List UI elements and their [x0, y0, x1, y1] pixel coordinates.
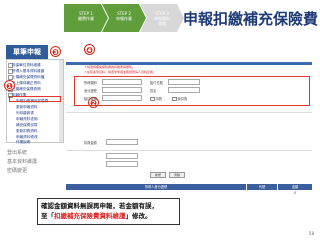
callout-line-2: 至「扣繳補充保險費資料維護」修改。: [41, 212, 152, 220]
step-2-line2: 申報作業: [116, 16, 132, 21]
step-marker-1: ❶: [4, 80, 15, 91]
clear-button[interactable]: 清除: [169, 172, 185, 178]
name-label: 姓名: [150, 89, 157, 93]
table-cell: [66, 190, 246, 196]
sidebar-item[interactable]: 已繳補充保費查詢: [12, 87, 41, 91]
sidebar-subitem[interactable]: 更新申報資料: [16, 105, 38, 109]
sidebar-subitem[interactable]: 列印繳款書: [16, 111, 34, 115]
sidebar-subitem[interactable]: 補充保費試算: [16, 123, 38, 127]
date-field[interactable]: [168, 79, 200, 85]
step-1-chevron: STEP 1 繳費作業: [64, 4, 108, 32]
id-field[interactable]: [102, 87, 142, 93]
no-deduct-option[interactable]: 免扣費: [172, 96, 187, 102]
sidebar-item[interactable]: 所得人基本資料維護: [12, 69, 44, 73]
checkbox[interactable]: [172, 96, 177, 102]
extra-field[interactable]: [106, 153, 138, 159]
id-label: 身分證號: [84, 89, 97, 93]
table-cell: 0: [293, 191, 297, 195]
step-marker-3: ❸: [50, 46, 61, 57]
page-number: 58: [308, 231, 314, 236]
income-type-select[interactable]: [102, 79, 142, 85]
divider: [66, 112, 312, 113]
premium-field[interactable]: [106, 139, 138, 145]
amount-label: 給付金額: [84, 97, 97, 101]
step-3-chevron: STEP 3 申報資料 查詢: [140, 4, 184, 32]
callout-note: 確認金額資料無誤再申報，若金額有誤， 至「扣繳補充保險費資料維護」修改。: [37, 198, 180, 225]
date-label: 給付日期: [150, 81, 163, 85]
sidebar-header: 單筆申報: [6, 45, 48, 59]
premium-label: 扣費金額: [84, 141, 97, 145]
step-1-line2: 繳費作業: [78, 16, 94, 21]
page-title: 申報扣繳補充保險費: [183, 10, 319, 28]
add-button[interactable]: 新增: [150, 172, 166, 178]
sidebar-subitem[interactable]: 更新扣費資料: [16, 129, 38, 133]
income-type-label: 所得類別: [84, 81, 97, 85]
callout-line-1: 確認金額資料無誤再申報，若金額有誤，: [41, 202, 158, 210]
sidebar-item[interactable]: 投保單位資料維護: [12, 63, 41, 67]
sidebar-item[interactable]: 已上傳待補正資料: [12, 81, 41, 85]
table-cell: [247, 190, 277, 196]
amount-field[interactable]: [102, 95, 142, 101]
selected-menu-highlight: [9, 96, 61, 102]
deduct-option[interactable]: 扣費: [150, 96, 162, 102]
logout-link[interactable]: 登出系統: [7, 149, 27, 156]
sidebar-subitem[interactable]: 作業說明: [16, 140, 30, 144]
profile-link[interactable]: 基本資料維護: [7, 158, 37, 165]
form-notice-2: ＊如有多筆資料，請逐筆申報並確認所得人資料正確。: [84, 70, 157, 74]
step-2-chevron: STEP 2 申報作業: [102, 4, 146, 32]
extra-field[interactable]: [106, 161, 138, 167]
sidebar-subitem[interactable]: 申報資料修改: [16, 135, 38, 139]
step-3-line3: 查詢: [158, 21, 166, 26]
password-link[interactable]: 密碼變更: [7, 167, 27, 174]
checkbox[interactable]: [150, 96, 155, 102]
sidebar-item[interactable]: 上傳補充保費資料檔: [12, 75, 44, 79]
step-marker-4: ❹: [84, 44, 95, 55]
name-field[interactable]: [168, 87, 200, 93]
divider: [66, 150, 312, 151]
sidebar-subitem[interactable]: 申報資料查詢: [16, 117, 38, 121]
